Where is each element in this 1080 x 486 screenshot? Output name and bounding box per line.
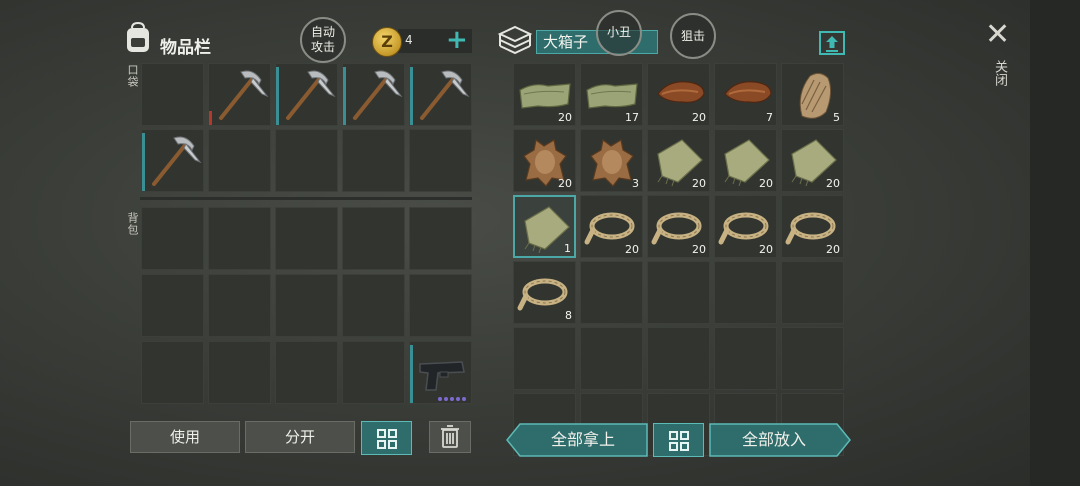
slot-pickaxe[interactable] xyxy=(342,63,405,126)
use-button[interactable]: 使用 xyxy=(130,421,240,453)
slot-rope[interactable]: 20 xyxy=(781,195,844,258)
item-count: 7 xyxy=(766,111,773,124)
empty-slot[interactable] xyxy=(714,327,777,390)
empty-slot[interactable] xyxy=(409,207,472,270)
split-button[interactable]: 分开 xyxy=(245,421,355,453)
item-count: 1 xyxy=(564,242,571,255)
backpack-label: 背包 xyxy=(126,212,139,236)
item-count: 20 xyxy=(692,177,706,190)
slot-pistol[interactable] xyxy=(409,341,472,404)
slot-fabric[interactable]: 20 xyxy=(781,129,844,192)
inventory-title: 物品栏 xyxy=(160,38,211,58)
trash-icon xyxy=(441,425,459,448)
item-count: 20 xyxy=(558,111,572,124)
slot-rope[interactable]: 20 xyxy=(647,195,710,258)
empty-slot[interactable] xyxy=(647,327,710,390)
empty-slot[interactable] xyxy=(208,129,271,192)
right-strip xyxy=(1030,0,1080,486)
grid-icon xyxy=(377,429,397,449)
empty-slot[interactable] xyxy=(409,129,472,192)
slot-pickaxe[interactable] xyxy=(409,63,472,126)
empty-slot[interactable] xyxy=(342,129,405,192)
take-all-button[interactable]: 全部拿上 xyxy=(520,424,646,456)
item-count: 20 xyxy=(826,243,840,256)
empty-slot[interactable] xyxy=(342,341,405,404)
slot-fabric[interactable]: 1 xyxy=(513,195,576,258)
box-icon xyxy=(497,25,533,55)
slot-cloth[interactable]: 20 xyxy=(513,63,576,126)
joker-button[interactable]: 小丑 xyxy=(596,10,642,56)
slot-pickaxe[interactable] xyxy=(141,129,204,192)
pocket-label: 口袋 xyxy=(126,64,139,88)
auto-attack-button[interactable]: 自动 攻击 xyxy=(300,17,346,63)
grid-icon xyxy=(669,431,689,451)
slot-fabric[interactable]: 20 xyxy=(714,129,777,192)
section-divider xyxy=(140,197,472,200)
item-count: 20 xyxy=(692,111,706,124)
empty-slot[interactable] xyxy=(342,207,405,270)
item-count: 17 xyxy=(625,111,639,124)
snipe-button[interactable]: 狙击 xyxy=(670,13,716,59)
close-label[interactable]: 关闭 xyxy=(990,60,1009,86)
empty-slot[interactable] xyxy=(275,341,338,404)
empty-slot[interactable] xyxy=(513,327,576,390)
item-count: 20 xyxy=(558,177,572,190)
item-count: 20 xyxy=(692,243,706,256)
slot-rope[interactable]: 20 xyxy=(580,195,643,258)
pickaxe-icon xyxy=(152,136,202,186)
empty-slot[interactable] xyxy=(714,261,777,324)
pickaxe-icon xyxy=(286,70,336,120)
slot-fur[interactable]: 5 xyxy=(781,63,844,126)
put-all-button[interactable]: 全部放入 xyxy=(711,424,837,456)
empty-slot[interactable] xyxy=(208,274,271,337)
empty-slot[interactable] xyxy=(141,274,204,337)
slot-leather[interactable]: 7 xyxy=(714,63,777,126)
empty-slot[interactable] xyxy=(647,261,710,324)
backpack-icon xyxy=(127,22,149,52)
empty-slot[interactable] xyxy=(208,341,271,404)
item-count: 8 xyxy=(565,309,572,322)
empty-slot[interactable] xyxy=(781,327,844,390)
slot-cloth[interactable]: 17 xyxy=(580,63,643,126)
slot-rope[interactable]: 8 xyxy=(513,261,576,324)
slot-rope[interactable]: 20 xyxy=(714,195,777,258)
empty-slot[interactable] xyxy=(141,341,204,404)
empty-slot[interactable] xyxy=(342,274,405,337)
plus-icon[interactable]: + xyxy=(446,27,468,53)
empty-slot[interactable] xyxy=(781,261,844,324)
coin-icon: Z xyxy=(372,27,402,57)
item-count: 20 xyxy=(625,243,639,256)
item-count: 5 xyxy=(833,111,840,124)
item-count: 20 xyxy=(826,177,840,190)
slot-hide[interactable]: 20 xyxy=(513,129,576,192)
pickaxe-icon xyxy=(353,70,403,120)
sort-grid-button[interactable] xyxy=(361,421,412,455)
item-count: 20 xyxy=(759,177,773,190)
upload-icon[interactable] xyxy=(818,28,846,56)
empty-slot[interactable] xyxy=(409,274,472,337)
coin-count: 4 xyxy=(405,33,413,47)
pickaxe-icon xyxy=(219,70,269,120)
empty-slot[interactable] xyxy=(580,327,643,390)
empty-slot[interactable] xyxy=(141,63,204,126)
box-sort-grid-button[interactable] xyxy=(653,423,704,457)
empty-slot[interactable] xyxy=(580,261,643,324)
slot-pickaxe[interactable] xyxy=(275,63,338,126)
item-count: 3 xyxy=(632,177,639,190)
empty-slot[interactable] xyxy=(275,207,338,270)
empty-slot[interactable] xyxy=(275,129,338,192)
slot-pickaxe[interactable] xyxy=(208,63,271,126)
empty-slot[interactable] xyxy=(208,207,271,270)
slot-fabric[interactable]: 20 xyxy=(647,129,710,192)
trash-button[interactable] xyxy=(429,421,471,453)
pistol-icon xyxy=(419,361,466,401)
item-count: 20 xyxy=(759,243,773,256)
empty-slot[interactable] xyxy=(141,207,204,270)
pickaxe-icon xyxy=(420,70,470,120)
close-icon[interactable]: ✕ xyxy=(985,20,1010,50)
slot-hide[interactable]: 3 xyxy=(580,129,643,192)
slot-leather[interactable]: 20 xyxy=(647,63,710,126)
empty-slot[interactable] xyxy=(275,274,338,337)
